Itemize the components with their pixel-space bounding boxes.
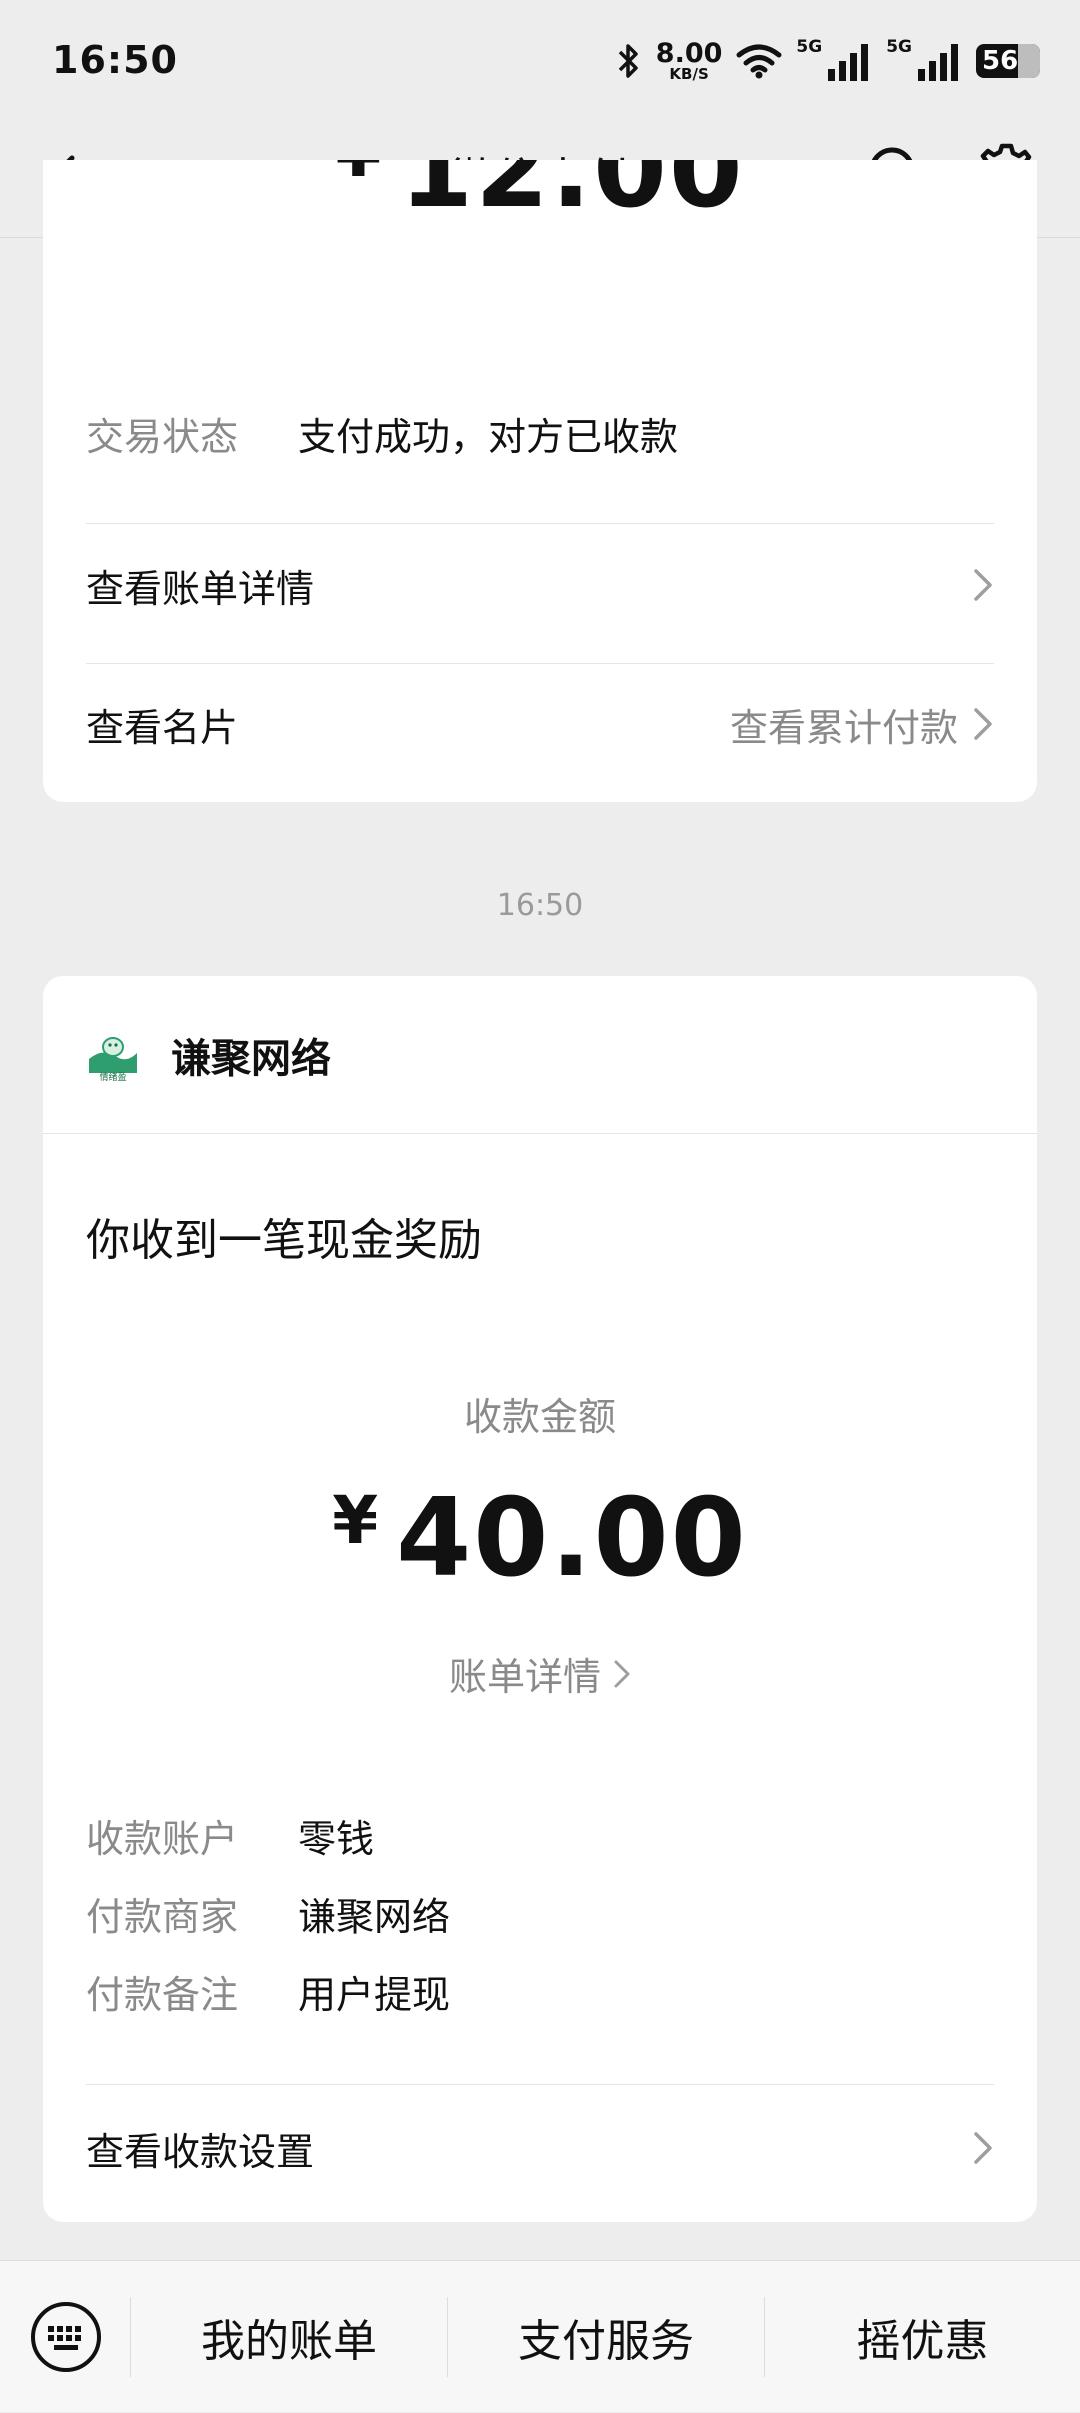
chevron-right-icon (974, 708, 992, 740)
view-card-label: 查看名片 (86, 705, 239, 750)
detail-key: 收款账户 (86, 1817, 239, 1861)
currency-symbol: ¥ (332, 1482, 381, 1559)
wifi-icon (736, 44, 782, 79)
detail-value: 用户提现 (298, 1973, 451, 2017)
view-cumulative-label: 查看累计付款 (729, 705, 958, 750)
tab-my-bills[interactable]: 我的账单 (131, 2261, 447, 2413)
chevron-right-icon (614, 1660, 630, 1687)
transaction-status-key: 交易状态 (86, 415, 239, 459)
tab-payment-services[interactable]: 支付服务 (448, 2261, 764, 2413)
merchant-logo-text: 情绪盈 (99, 1072, 127, 1083)
signal1-label: 5G (796, 37, 823, 57)
tab-shake-offers[interactable]: 摇优惠 (765, 2261, 1080, 2413)
divider (86, 2084, 994, 2085)
detail-row: 付款商家 谦聚网络 (86, 1886, 450, 1941)
status-icons: 8.00 KB/S 5G 5G 56 (616, 36, 1040, 86)
transaction-status-row: 交易状态 支付成功，对方已收款 (86, 406, 678, 461)
merchant-logo: 情绪盈 (83, 1024, 143, 1085)
keyboard-icon[interactable] (28, 2299, 104, 2375)
status-bar: 16:50 8.00 KB/S 5G 5G 56 (0, 0, 1080, 118)
detail-row: 收款账户 零钱 (86, 1808, 374, 1863)
view-bill-detail-label: 查看账单详情 (86, 566, 315, 611)
received-amount: ¥40.00 (43, 1476, 1037, 1601)
payment-card: ¥12.00 交易状态 支付成功，对方已收款 查看账单详情 查看名片 查看累计付款 (43, 160, 1037, 802)
view-cumulative-payment[interactable]: 查看累计付款 (730, 697, 994, 752)
payment-amount-value: 12.00 (399, 160, 745, 231)
merchant-name: 谦聚网络 (171, 1035, 331, 1082)
divider (86, 523, 994, 524)
bluetooth-icon (618, 44, 638, 78)
bottom-menu-bar: 我的账单 支付服务 摇优惠 (0, 2260, 1080, 2412)
detail-key: 付款商家 (86, 1895, 239, 1939)
merchant-header[interactable]: 情绪盈 谦聚网络 (43, 976, 1037, 1133)
network-speed: 8.00 KB/S (656, 40, 723, 82)
signal2-label: 5G (886, 37, 912, 57)
payment-amount: ¥12.00 (43, 160, 1037, 231)
signal-strength-icon (918, 44, 958, 81)
battery-icon: 56 (976, 44, 1040, 78)
detail-value: 谦聚网络 (298, 1895, 451, 1939)
chevron-right-icon (974, 2132, 992, 2164)
detail-value: 零钱 (298, 1817, 375, 1861)
chevron-right-icon (974, 569, 992, 601)
divider (86, 663, 994, 664)
notice-title: 你收到一笔现金奖励 (86, 1215, 482, 1266)
currency-symbol: ¥ (335, 160, 383, 192)
divider (43, 1133, 1037, 1134)
status-time: 16:50 (52, 38, 178, 82)
detail-key: 付款备注 (86, 1973, 239, 2017)
receive-settings-label: 查看收款设置 (86, 2129, 315, 2174)
network-speed-value: 8.00 (655, 38, 723, 69)
signal-strength-icon (828, 44, 869, 81)
received-amount-label: 收款金额 (463, 1395, 616, 1439)
message-timestamp: 16:50 (496, 888, 584, 923)
bill-detail-link[interactable]: 账单详情 (43, 1646, 1037, 1701)
receive-settings-row[interactable]: 查看收款设置 (86, 2108, 994, 2188)
transaction-status-value: 支付成功，对方已收款 (298, 415, 679, 459)
received-amount-value: 40.00 (396, 1476, 748, 1601)
bill-detail-link-label: 账单详情 (448, 1655, 601, 1699)
reward-card: 情绪盈 谦聚网络 你收到一笔现金奖励 收款金额 ¥40.00 账单详情 收款账户… (43, 976, 1037, 2222)
view-bill-detail-row[interactable]: 查看账单详情 (86, 545, 994, 625)
network-speed-unit: KB/S (669, 65, 709, 83)
battery-level: 56 (982, 46, 1019, 76)
view-card-row[interactable]: 查看名片 查看累计付款 (86, 684, 994, 764)
detail-row: 付款备注 用户提现 (86, 1964, 450, 2019)
